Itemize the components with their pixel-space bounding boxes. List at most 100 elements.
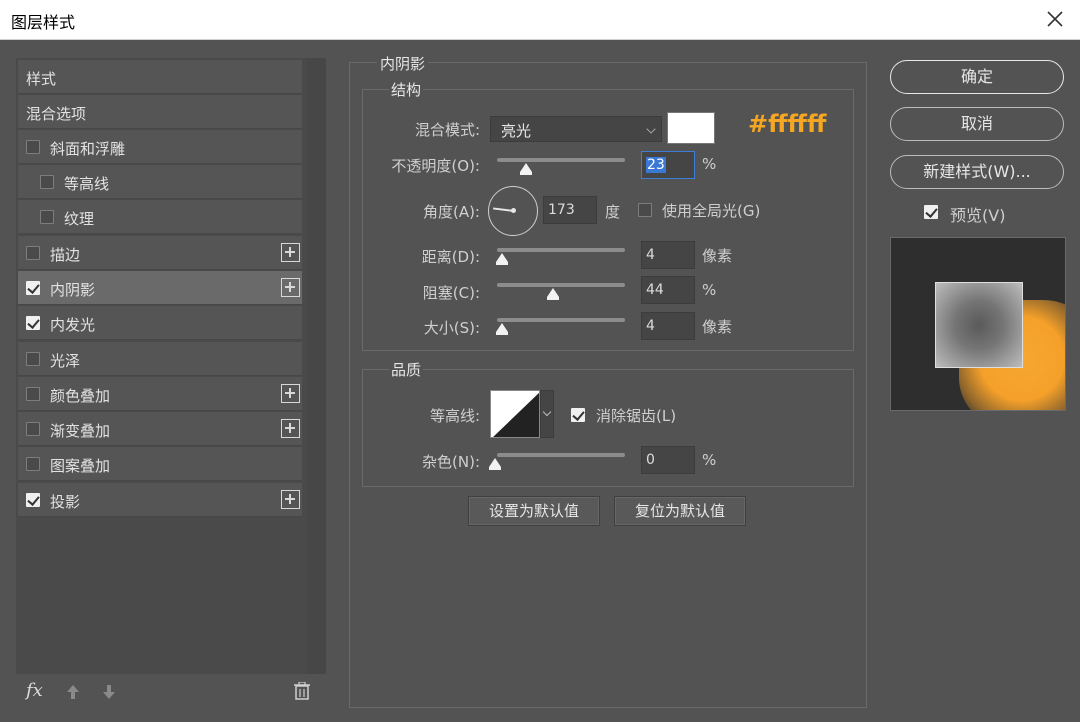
size-slider-thumb[interactable]: [496, 323, 508, 335]
distance-slider[interactable]: [497, 248, 625, 252]
blend-mode-label: 混合模式:: [414, 121, 480, 139]
opacity-unit: %: [702, 155, 717, 173]
style-list-item-contour[interactable]: 等高线: [18, 165, 302, 199]
move-down-arrow-icon[interactable]: [102, 684, 116, 700]
size-unit: 像素: [702, 318, 733, 336]
make-default-button[interactable]: 设置为默认值: [468, 496, 600, 526]
style-list-label: 颜色叠加: [50, 387, 111, 405]
inner-glow-checkbox[interactable]: [26, 316, 40, 330]
style-list-label: 等高线: [64, 175, 110, 193]
style-list-item-inner-glow[interactable]: 内发光: [18, 306, 302, 340]
add-stroke-plus-icon[interactable]: [281, 243, 300, 262]
fx-button[interactable]: fx: [26, 680, 43, 701]
angle-dial[interactable]: [488, 186, 538, 236]
color-overlay-checkbox[interactable]: [26, 387, 40, 401]
style-list-label: 样式: [26, 70, 57, 88]
blend-mode-value: 亮光: [501, 122, 532, 140]
preview-checkbox[interactable]: [924, 205, 938, 219]
contour-label: 等高线:: [429, 407, 480, 425]
add-drop-shadow-plus-icon[interactable]: [281, 490, 300, 509]
distance-input[interactable]: 4: [641, 241, 695, 269]
add-inner-shadow-plus-icon[interactable]: [281, 278, 300, 297]
style-list-toolbar: fx: [16, 676, 326, 710]
choke-slider[interactable]: [497, 283, 625, 287]
title-bar: 图层样式: [0, 0, 1080, 40]
style-list-label: 描边: [50, 246, 81, 264]
style-list-label: 渐变叠加: [50, 422, 111, 440]
style-list-item-texture[interactable]: 纹理: [18, 200, 302, 234]
opacity-slider[interactable]: [497, 158, 625, 162]
noise-slider-thumb[interactable]: [489, 458, 501, 470]
distance-slider-thumb[interactable]: [496, 253, 508, 265]
chevron-down-icon: [646, 124, 656, 134]
style-list-item-blending-options[interactable]: 混合选项: [18, 95, 302, 129]
quality-title: 品质: [389, 359, 424, 380]
style-list-item-color-overlay[interactable]: 颜色叠加: [18, 377, 302, 411]
opacity-label: 不透明度(O):: [391, 157, 480, 175]
style-list-scrollbar[interactable]: [306, 58, 326, 674]
angle-label: 角度(A):: [422, 203, 480, 221]
contour-picker[interactable]: [490, 390, 540, 438]
style-list-label: 混合选项: [26, 105, 87, 123]
close-icon[interactable]: [1044, 8, 1066, 30]
add-color-overlay-plus-icon[interactable]: [281, 384, 300, 403]
window-title: 图层样式: [11, 13, 76, 32]
opacity-input[interactable]: 23: [641, 151, 695, 179]
style-list-item-satin[interactable]: 光泽: [18, 342, 302, 376]
opacity-slider-thumb[interactable]: [520, 163, 533, 175]
style-list-label: 投影: [50, 493, 81, 511]
texture-checkbox[interactable]: [40, 210, 54, 224]
style-list-label: 纹理: [64, 210, 95, 228]
style-list-label: 内阴影: [50, 281, 96, 299]
size-input[interactable]: 4: [641, 312, 695, 340]
style-preview-thumbnail: [890, 237, 1066, 411]
cancel-button[interactable]: 取消: [890, 107, 1064, 141]
angle-dial-center: [511, 208, 516, 213]
contour-checkbox[interactable]: [40, 175, 54, 189]
global-light-checkbox[interactable]: [638, 203, 652, 217]
size-slider[interactable]: [497, 318, 625, 322]
antialias-label: 消除锯齿(L): [596, 407, 677, 425]
distance-label: 距离(D):: [421, 248, 480, 266]
style-list-label: 图案叠加: [50, 457, 111, 475]
style-list-label: 内发光: [50, 316, 96, 334]
new-style-button[interactable]: 新建样式(W)...: [890, 155, 1064, 189]
style-list-item-gradient-overlay[interactable]: 渐变叠加: [18, 412, 302, 446]
choke-slider-thumb[interactable]: [547, 288, 559, 300]
ok-button[interactable]: 确定: [890, 60, 1064, 94]
style-list-item-bevel-emboss[interactable]: 斜面和浮雕: [18, 130, 302, 164]
angle-input[interactable]: 173: [543, 196, 597, 224]
antialias-checkbox[interactable]: [571, 408, 585, 422]
add-gradient-overlay-plus-icon[interactable]: [281, 419, 300, 438]
inner-shadow-checkbox[interactable]: [26, 281, 40, 295]
stroke-checkbox[interactable]: [26, 246, 40, 260]
noise-unit: %: [702, 451, 717, 469]
satin-checkbox[interactable]: [26, 352, 40, 366]
structure-title: 结构: [389, 79, 424, 100]
bevel-emboss-checkbox[interactable]: [26, 140, 40, 154]
choke-input[interactable]: 44: [641, 276, 695, 304]
reset-default-button[interactable]: 复位为默认值: [614, 496, 746, 526]
choke-unit: %: [702, 281, 717, 299]
style-list-item-inner-shadow[interactable]: 内阴影: [18, 271, 302, 305]
pattern-overlay-checkbox[interactable]: [26, 457, 40, 471]
trash-icon[interactable]: [294, 682, 310, 700]
shadow-color-swatch[interactable]: [667, 112, 715, 144]
contour-dropdown-arrow[interactable]: [540, 390, 554, 438]
style-list-item-drop-shadow[interactable]: 投影: [18, 483, 302, 517]
choke-label: 阻塞(C):: [422, 284, 480, 302]
blend-mode-select[interactable]: 亮光: [490, 116, 662, 142]
style-list: 样式 混合选项 斜面和浮雕 等高线 纹理 描边 内阴影 内发光 光泽 颜色叠加: [16, 58, 326, 674]
style-list-item-stroke[interactable]: 描边: [18, 236, 302, 270]
style-list-item-styles[interactable]: 样式: [18, 60, 302, 94]
noise-label: 杂色(N):: [422, 453, 480, 471]
style-list-item-pattern-overlay[interactable]: 图案叠加: [18, 447, 302, 481]
drop-shadow-checkbox[interactable]: [26, 493, 40, 507]
contour-curve-icon: [493, 392, 539, 437]
gradient-overlay-checkbox[interactable]: [26, 422, 40, 436]
move-up-arrow-icon[interactable]: [66, 684, 80, 700]
noise-slider[interactable]: [497, 453, 625, 457]
global-light-label: 使用全局光(G): [662, 202, 761, 220]
noise-input[interactable]: 0: [641, 446, 695, 474]
inner-shadow-title: 内阴影: [377, 53, 429, 74]
